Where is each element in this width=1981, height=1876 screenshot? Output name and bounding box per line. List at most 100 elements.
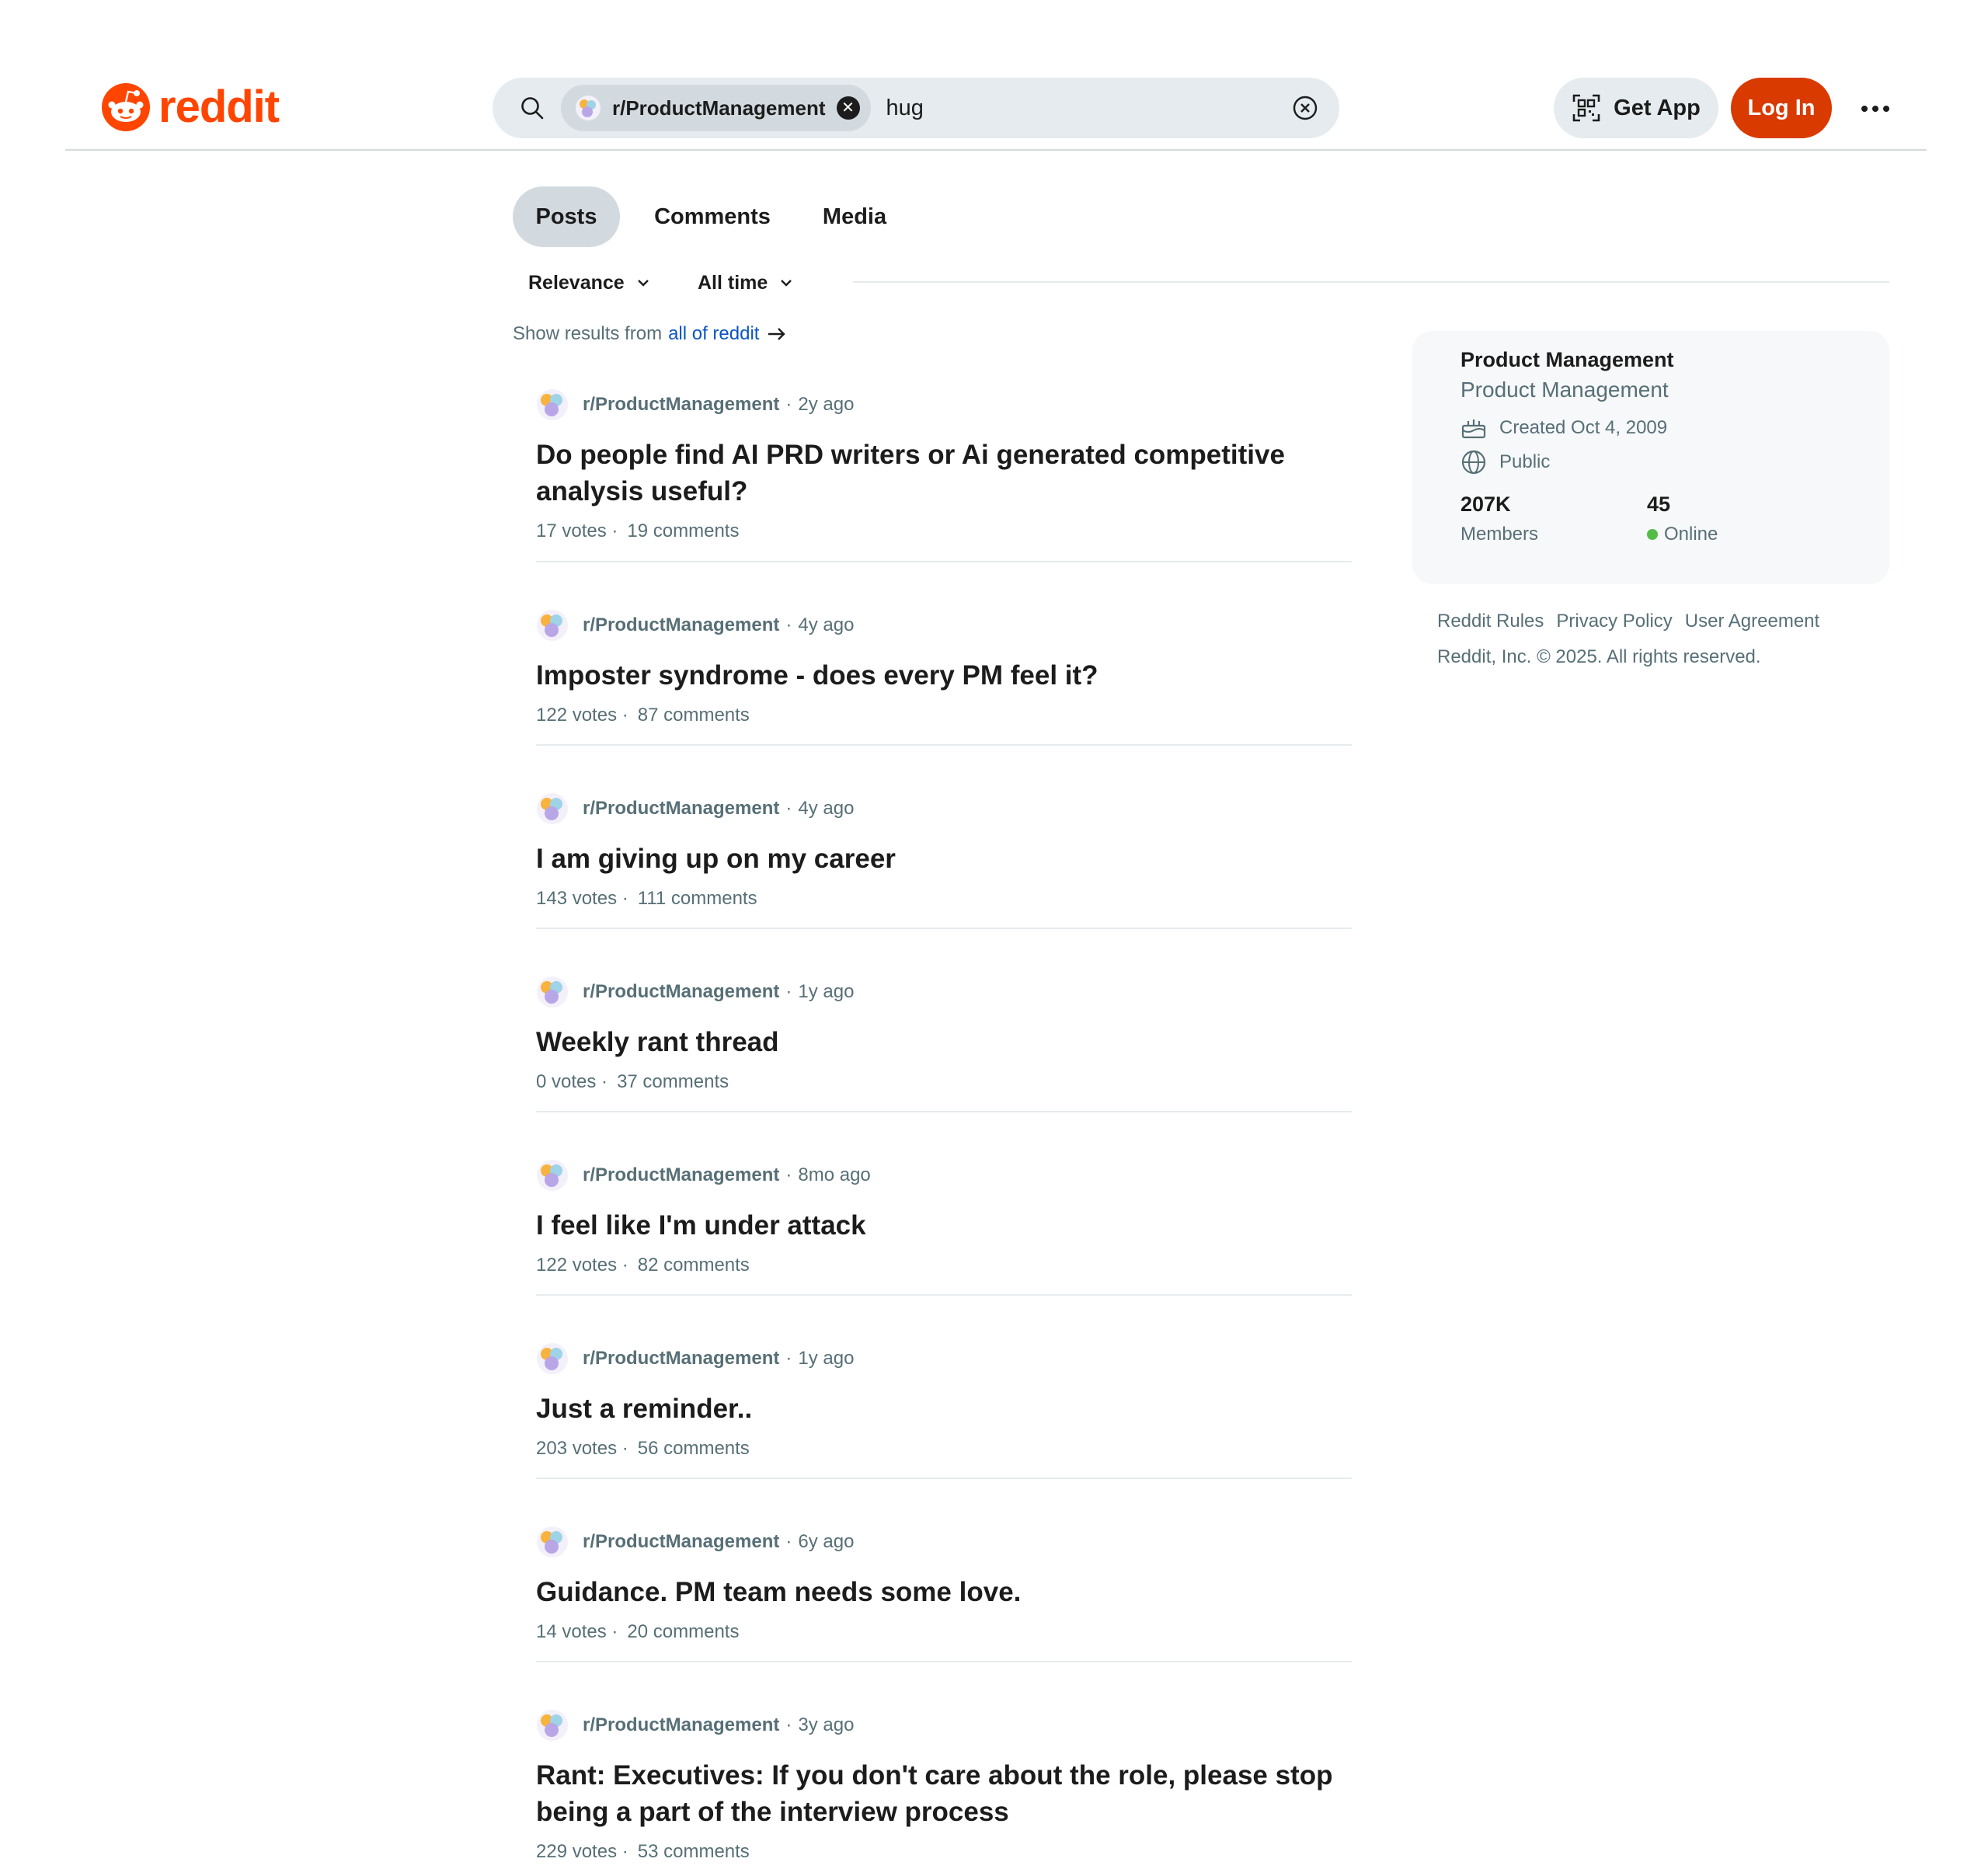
- get-app-button[interactable]: Get App: [1554, 78, 1718, 138]
- post-result[interactable]: r/ProductManagement · 2y ago Do people find…: [536, 388, 1352, 542]
- post-stats: 0 votes · 37 comments: [536, 1071, 1352, 1093]
- post-divider: [536, 561, 1352, 562]
- post-title[interactable]: Rant: Executives: If you don't care abou…: [536, 1757, 1352, 1830]
- post-votes: 14 votes ·: [536, 1621, 618, 1642]
- post-result[interactable]: r/ProductManagement · 1y ago Weekly rant th…: [536, 976, 1352, 1093]
- subreddit-avatar-icon: [576, 96, 601, 120]
- post-divider: [536, 1661, 1352, 1662]
- get-app-label: Get App: [1614, 95, 1701, 120]
- post-divider: [536, 928, 1352, 929]
- post-result[interactable]: r/ProductManagement · 1y ago Just a reminde…: [536, 1342, 1352, 1460]
- post-stats: 122 votes · 87 comments: [536, 705, 1352, 726]
- post-comments: 111 comments: [637, 888, 757, 909]
- all-of-reddit-link[interactable]: all of reddit: [668, 323, 759, 345]
- post-comments: 53 comments: [637, 1841, 750, 1862]
- post-divider: [536, 1111, 1352, 1112]
- meta-separator: ·: [785, 798, 792, 819]
- footer-link-agreement[interactable]: User Agreement: [1685, 611, 1819, 632]
- sort-dropdown[interactable]: Relevance: [528, 267, 651, 298]
- post-meta: r/ProductManagement · 8mo ago: [536, 1159, 1352, 1192]
- visibility-row: Public: [1461, 449, 1550, 475]
- tab-media[interactable]: Media: [808, 186, 901, 247]
- created-row: Created Oct 4, 2009: [1461, 416, 1667, 440]
- meta-separator: ·: [785, 614, 792, 635]
- login-label: Log In: [1747, 95, 1816, 120]
- post-title[interactable]: Imposter syndrome - does every PM feel i…: [536, 657, 1352, 694]
- post-comments: 19 comments: [627, 520, 740, 541]
- post-comments: 20 comments: [627, 1621, 740, 1642]
- post-comments: 82 comments: [637, 1255, 750, 1276]
- post-title[interactable]: Just a reminder..: [536, 1390, 1352, 1427]
- time-label: All time: [698, 271, 768, 294]
- subreddit-avatar-icon: [537, 389, 568, 420]
- cake-icon: [1461, 419, 1486, 439]
- post-age: 4y ago: [798, 614, 855, 635]
- post-subreddit-link[interactable]: r/ProductManagement: [583, 798, 779, 820]
- post-result[interactable]: r/ProductManagement · 4y ago Imposter syndr…: [536, 609, 1352, 726]
- post-subreddit-link[interactable]: r/ProductManagement: [583, 1531, 779, 1553]
- post-subreddit-link[interactable]: r/ProductManagement: [583, 1714, 779, 1736]
- subreddit-avatar-icon: [537, 976, 568, 1008]
- search-bar[interactable]: r/ProductManagement ✕ hug: [493, 78, 1339, 138]
- post-meta: r/ProductManagement · 4y ago: [536, 792, 1352, 825]
- post-subreddit-link[interactable]: r/ProductManagement: [583, 1164, 779, 1186]
- qr-code-icon: [1572, 94, 1600, 122]
- copyright-text: Reddit, Inc. © 2025. All rights reserved…: [1437, 646, 1761, 667]
- post-subreddit-link[interactable]: r/ProductManagement: [583, 394, 779, 416]
- post-title[interactable]: I am giving up on my career: [536, 841, 1352, 877]
- more-options-icon[interactable]: [1857, 90, 1894, 127]
- clear-search-icon[interactable]: [1291, 94, 1319, 122]
- post-result[interactable]: r/ProductManagement · 8mo ago I feel like I…: [536, 1159, 1352, 1276]
- time-dropdown[interactable]: All time: [698, 267, 794, 298]
- footer-links: Reddit Rules Privacy Policy User Agreeme…: [1437, 611, 1819, 632]
- chip-remove-icon[interactable]: ✕: [836, 96, 860, 120]
- filter-divider: [853, 281, 1889, 283]
- community-title[interactable]: Product Management: [1461, 348, 1674, 372]
- chevron-down-icon: [781, 280, 792, 287]
- post-result[interactable]: r/ProductManagement · 6y ago Guidance. PM t…: [536, 1526, 1352, 1643]
- footer-link-privacy[interactable]: Privacy Policy: [1556, 611, 1672, 632]
- post-stats: 14 votes · 20 comments: [536, 1621, 1352, 1643]
- header-divider: [65, 149, 1927, 151]
- sort-label: Relevance: [528, 271, 625, 294]
- post-meta: r/ProductManagement · 3y ago: [536, 1709, 1352, 1742]
- post-comments: 56 comments: [637, 1438, 750, 1459]
- online-label: Online: [1647, 524, 1718, 545]
- post-stats: 122 votes · 82 comments: [536, 1255, 1352, 1276]
- post-age: 3y ago: [798, 1714, 855, 1735]
- chevron-down-icon: [637, 280, 649, 287]
- chip-label: r/ProductManagement: [612, 96, 826, 120]
- meta-separator: ·: [785, 1348, 792, 1369]
- post-meta: r/ProductManagement · 4y ago: [536, 609, 1352, 642]
- post-votes: 122 votes ·: [536, 1255, 628, 1276]
- post-title[interactable]: Weekly rant thread: [536, 1024, 1352, 1060]
- created-date: Created Oct 4, 2009: [1499, 417, 1668, 438]
- search-input[interactable]: hug: [886, 96, 1292, 121]
- post-subreddit-link[interactable]: r/ProductManagement: [583, 614, 779, 636]
- post-age: 2y ago: [798, 394, 855, 415]
- post-title[interactable]: I feel like I'm under attack: [536, 1207, 1352, 1244]
- subreddit-avatar-icon: [537, 1343, 568, 1374]
- post-votes: 0 votes ·: [536, 1071, 608, 1092]
- arrow-right-icon[interactable]: [765, 324, 789, 344]
- post-title[interactable]: Do people find AI PRD writers or Ai gene…: [536, 437, 1352, 510]
- subreddit-avatar-icon: [537, 1526, 568, 1558]
- post-result[interactable]: r/ProductManagement · 4y ago I am giving up…: [536, 792, 1352, 910]
- footer-link-rules[interactable]: Reddit Rules: [1437, 611, 1544, 632]
- tab-posts[interactable]: Posts: [513, 186, 620, 247]
- community-info-card: Product Management Product Management Cr…: [1412, 331, 1889, 584]
- subreddit-avatar-icon: [537, 1160, 568, 1191]
- post-result[interactable]: r/ProductManagement · 3y ago Rant: Executiv…: [536, 1709, 1352, 1863]
- post-meta: r/ProductManagement · 2y ago: [536, 388, 1352, 421]
- online-dot-icon: [1647, 529, 1658, 540]
- post-title[interactable]: Guidance. PM team needs some love.: [536, 1574, 1352, 1610]
- reddit-logo[interactable]: reddit: [101, 82, 280, 132]
- show-results-prefix: Show results from: [513, 323, 663, 344]
- tab-comments[interactable]: Comments: [637, 186, 788, 247]
- subreddit-avatar-icon: [537, 793, 568, 824]
- login-button[interactable]: Log In: [1731, 78, 1832, 138]
- subreddit-avatar-icon: [537, 610, 568, 641]
- post-subreddit-link[interactable]: r/ProductManagement: [583, 1348, 779, 1370]
- post-votes: 143 votes ·: [536, 888, 628, 909]
- post-subreddit-link[interactable]: r/ProductManagement: [583, 981, 779, 1003]
